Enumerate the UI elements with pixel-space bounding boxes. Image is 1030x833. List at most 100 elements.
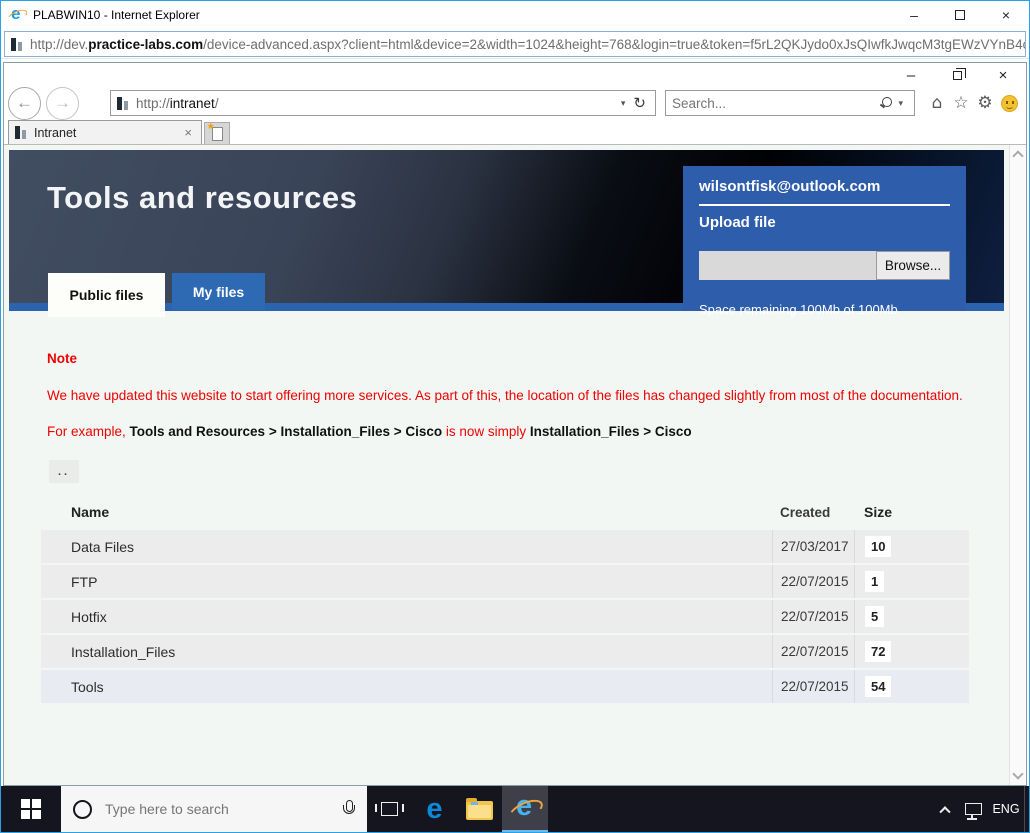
upload-file-label: Upload file	[699, 214, 950, 231]
note-section: Note We have updated this website to sta…	[47, 351, 972, 439]
table-row[interactable]: Hotfix 22/07/2015 5	[41, 600, 969, 633]
file-created: 22/07/2015	[772, 635, 854, 668]
favorites-star-icon[interactable]: ☆	[949, 93, 973, 113]
inner-url-text: http://intranet/	[136, 96, 616, 111]
taskbar-search-box[interactable]	[61, 786, 367, 832]
new-tab-page-icon	[212, 127, 223, 141]
feedback-smiley-icon[interactable]	[1001, 95, 1018, 112]
header-created: Created	[772, 494, 854, 530]
internet-explorer-icon: e	[511, 793, 539, 823]
show-hidden-icons-button[interactable]	[932, 786, 958, 832]
intranet-favicon	[117, 97, 129, 110]
page-hero: Tools and resources wilsontfisk@outlook.…	[9, 150, 1004, 311]
network-status-button[interactable]	[958, 786, 988, 832]
maximize-icon	[955, 10, 965, 20]
task-view-icon	[381, 802, 398, 816]
maximize-button[interactable]	[937, 1, 983, 29]
tab-close-icon[interactable]: ×	[181, 125, 195, 140]
table-header: Name Created Size	[41, 494, 969, 530]
panel-divider	[699, 204, 950, 206]
table-row[interactable]: Tools 22/07/2015 54	[41, 670, 969, 703]
inner-minimize-button[interactable]: –	[888, 63, 934, 87]
tab-intranet[interactable]: Intranet ×	[8, 120, 202, 144]
tab-favicon	[15, 126, 27, 139]
outer-ie-window: e PLABWIN10 - Internet Explorer – × http…	[0, 0, 1030, 833]
site-favicon	[11, 38, 23, 51]
tab-my-files[interactable]: My files	[172, 273, 265, 310]
upload-panel: wilsontfisk@outlook.com Upload file Brow…	[683, 166, 966, 311]
back-button[interactable]: ←	[8, 87, 41, 120]
search-input[interactable]	[672, 96, 879, 111]
new-tab-button[interactable]: *	[204, 122, 230, 144]
browser-action-icons: ⌂ ☆ ⚙	[925, 93, 1018, 113]
windows-logo-icon	[21, 799, 41, 819]
file-upload-input[interactable]	[699, 251, 876, 280]
table-row[interactable]: Installation_Files 22/07/2015 72	[41, 635, 969, 668]
address-dropdown-icon[interactable]: ▾	[616, 98, 631, 109]
forward-button[interactable]: →	[46, 87, 79, 120]
file-name[interactable]: Data Files	[41, 539, 772, 555]
user-email: wilsontfisk@outlook.com	[699, 178, 950, 195]
file-created: 22/07/2015	[772, 600, 854, 633]
space-remaining-text: Space remaining 100Mb of 100Mb	[699, 302, 950, 317]
file-created: 27/03/2017	[772, 530, 854, 563]
intranet-page: Tools and resources wilsontfisk@outlook.…	[4, 145, 1009, 785]
tab-title: Intranet	[34, 126, 181, 140]
close-button[interactable]: ×	[983, 1, 1029, 29]
home-icon[interactable]: ⌂	[925, 93, 949, 113]
inner-window-controls: – ×	[4, 63, 1026, 87]
start-button[interactable]	[1, 786, 61, 832]
file-explorer-icon	[466, 801, 493, 820]
edge-icon: e	[426, 795, 442, 824]
restore-icon	[953, 71, 962, 80]
refresh-icon[interactable]: ↻	[630, 94, 649, 112]
file-size-badge: 5	[865, 606, 884, 627]
tab-public-files[interactable]: Public files	[48, 273, 165, 317]
inner-restore-button[interactable]	[934, 63, 980, 87]
note-line2: For example, Tools and Resources > Insta…	[47, 424, 972, 439]
inner-close-button[interactable]: ×	[980, 63, 1026, 87]
minimize-button[interactable]: –	[891, 1, 937, 29]
taskbar-edge-button[interactable]: e	[412, 786, 457, 832]
inner-ie-window: – × ← → http://intranet/ ▾ ↻ ▾ ⌂ ☆ ⚙	[3, 62, 1027, 786]
task-view-button[interactable]	[367, 786, 412, 832]
window-title: PLABWIN10 - Internet Explorer	[33, 8, 891, 22]
header-size: Size	[854, 494, 969, 530]
language-indicator[interactable]: ENG	[988, 786, 1024, 832]
file-size-badge: 72	[865, 641, 891, 662]
taskbar-explorer-button[interactable]	[457, 786, 502, 832]
parent-directory-button[interactable]: ..	[49, 460, 79, 483]
search-dropdown-icon[interactable]: ▾	[893, 98, 908, 109]
microphone-icon[interactable]	[341, 800, 355, 818]
files-table: Name Created Size Data Files 27/03/2017 …	[41, 494, 969, 703]
file-name[interactable]: FTP	[41, 574, 772, 590]
inner-address-field[interactable]: http://intranet/ ▾ ↻	[110, 90, 656, 116]
file-name[interactable]: Hotfix	[41, 609, 772, 625]
browse-button[interactable]: Browse...	[876, 251, 950, 280]
page-title: Tools and resources	[47, 180, 357, 216]
scroll-up-icon[interactable]	[1012, 150, 1023, 161]
file-size-badge: 10	[865, 536, 891, 557]
outer-address-field[interactable]: http://dev.practice-labs.com/device-adva…	[4, 31, 1026, 57]
network-icon	[965, 803, 982, 815]
new-tab-spark-icon: *	[208, 120, 213, 136]
file-size-badge: 1	[865, 571, 884, 592]
taskbar-search-input[interactable]	[105, 801, 341, 817]
file-name[interactable]: Installation_Files	[41, 644, 772, 660]
search-box[interactable]: ▾	[665, 90, 915, 116]
file-created: 22/07/2015	[772, 565, 854, 598]
windows-taskbar: e e ENG	[1, 786, 1029, 832]
search-icon[interactable]	[879, 96, 893, 110]
note-heading: Note	[47, 351, 972, 366]
table-row[interactable]: Data Files 27/03/2017 10	[41, 530, 969, 563]
taskbar-ie-button-active[interactable]: e	[502, 786, 548, 832]
table-row[interactable]: FTP 22/07/2015 1	[41, 565, 969, 598]
scroll-down-icon[interactable]	[1012, 768, 1023, 779]
vertical-scrollbar[interactable]	[1009, 145, 1026, 785]
page-viewport: Tools and resources wilsontfisk@outlook.…	[4, 144, 1026, 785]
gear-icon[interactable]: ⚙	[973, 93, 997, 113]
show-desktop-button[interactable]	[1024, 786, 1029, 832]
outer-url-text: http://dev.practice-labs.com/device-adva…	[30, 37, 1026, 52]
file-name[interactable]: Tools	[41, 679, 772, 695]
cortana-icon	[73, 800, 92, 819]
